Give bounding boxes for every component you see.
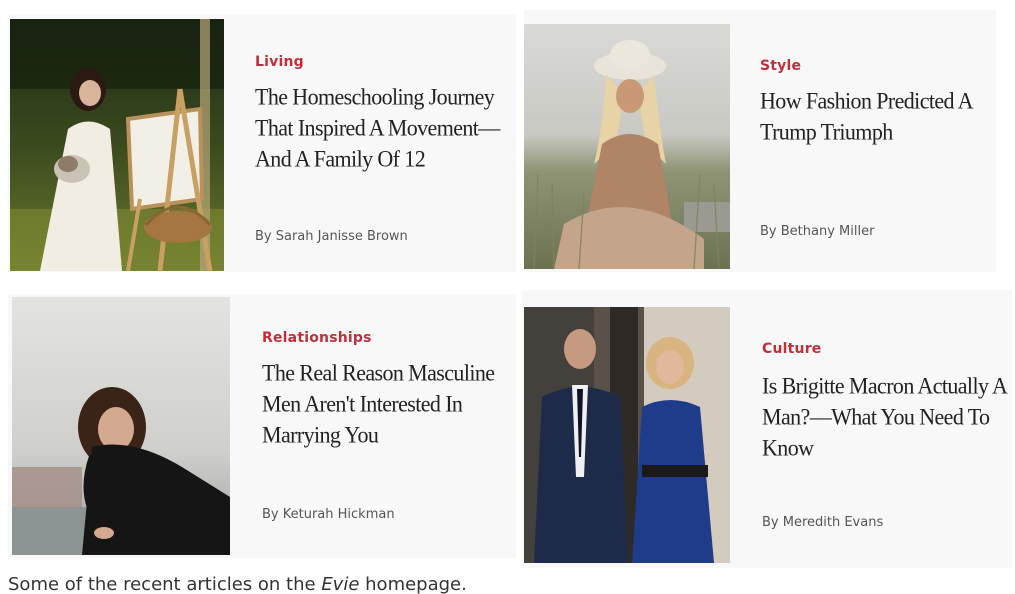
article-byline: By Keturah Hickman bbox=[262, 507, 395, 522]
article-photo[interactable] bbox=[12, 297, 230, 555]
woman-cowboy-hat-field-photo bbox=[524, 24, 730, 269]
article-card-living[interactable]: Living The Homeschooling Journey That In… bbox=[8, 14, 516, 272]
article-headline[interactable]: Is Brigitte Macron Actually A Man?—What … bbox=[762, 370, 1010, 463]
category-link[interactable]: Style bbox=[760, 58, 801, 74]
category-link[interactable]: Living bbox=[255, 54, 304, 70]
article-photo[interactable] bbox=[524, 307, 730, 563]
caption-text-end: homepage. bbox=[359, 574, 467, 594]
article-headline[interactable]: The Homeschooling Journey That Inspired … bbox=[255, 81, 505, 174]
article-photo[interactable] bbox=[10, 19, 224, 271]
article-grid: Living The Homeschooling Journey That In… bbox=[0, 0, 1015, 594]
article-byline: By Sarah Janisse Brown bbox=[255, 229, 408, 244]
article-photo[interactable] bbox=[524, 24, 730, 269]
couple-formal-attire-photo bbox=[524, 307, 730, 563]
figure-caption: Some of the recent articles on the Evie … bbox=[8, 574, 467, 594]
article-headline[interactable]: How Fashion Predicted A Trump Triumph bbox=[760, 85, 988, 147]
woman-painting-easel-cat-photo bbox=[10, 19, 224, 271]
article-byline: By Bethany Miller bbox=[760, 224, 875, 239]
caption-text: Some of the recent articles on the bbox=[8, 574, 322, 594]
article-headline[interactable]: The Real Reason Masculine Men Aren't Int… bbox=[262, 357, 512, 450]
category-link[interactable]: Relationships bbox=[262, 330, 372, 346]
woman-leather-jacket-waterfront-photo bbox=[12, 297, 230, 555]
article-card-style[interactable]: Style How Fashion Predicted A Trump Triu… bbox=[524, 10, 996, 272]
article-byline: By Meredith Evans bbox=[762, 515, 884, 530]
article-card-relationships[interactable]: Relationships The Real Reason Masculine … bbox=[8, 294, 516, 558]
article-card-culture[interactable]: Culture Is Brigitte Macron Actually A Ma… bbox=[522, 290, 1012, 568]
category-link[interactable]: Culture bbox=[762, 341, 822, 357]
brand-name: Evie bbox=[321, 574, 360, 594]
